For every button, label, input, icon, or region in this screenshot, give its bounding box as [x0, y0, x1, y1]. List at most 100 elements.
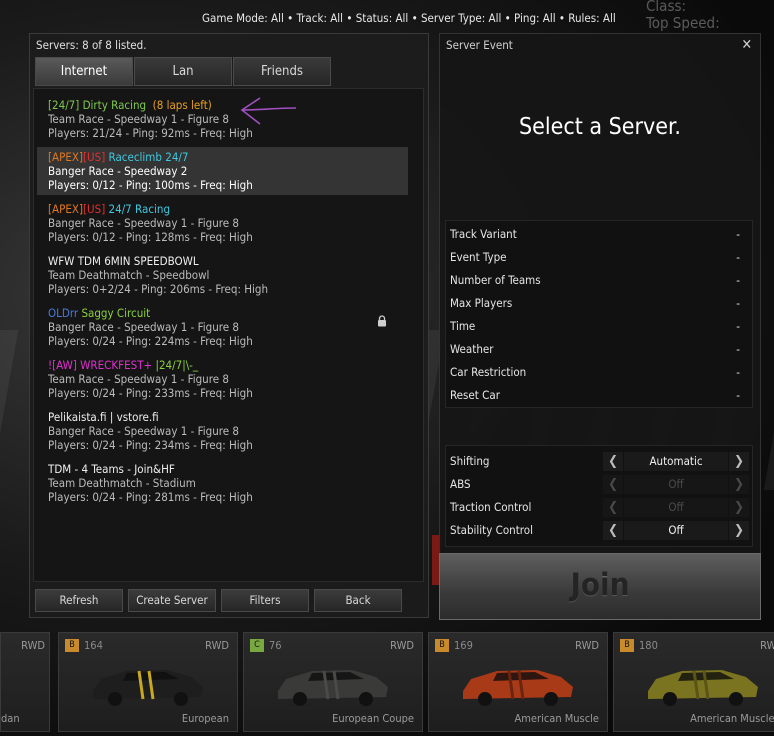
server-list-item[interactable]: Pelikaista.fi | vstore.fi Banger Race - S… — [37, 407, 408, 455]
server-name-part: (8 laps left) — [146, 98, 212, 112]
back-button[interactable]: Back — [314, 589, 402, 612]
car-rating: 76 — [269, 639, 282, 652]
server-list-item[interactable]: OLDrr Saggy Circuit Banger Race - Speedwa… — [37, 303, 408, 351]
info-value: - — [736, 365, 740, 379]
info-key: Weather — [450, 342, 494, 356]
refresh-button[interactable]: Refresh — [35, 589, 123, 612]
servers-count-label: Servers: 8 of 8 listed. — [36, 38, 147, 52]
info-value: - — [736, 296, 740, 310]
car-card[interactable]: B 180 RWD American Muscle 2 — [613, 632, 774, 732]
server-event-type: Team Race - Speedway 1 - Figure 8 — [48, 112, 229, 126]
car-card[interactable]: C 76 RWD European Coupe — [243, 632, 423, 732]
event-info-table: Track Variant - Event Type - Number of Tea… — [445, 220, 753, 408]
server-event-type: Banger Race - Speedway 1 - Figure 8 — [48, 216, 239, 230]
server-list-item[interactable]: [APEX][US] Raceclimb 24/7 Banger Race - S… — [37, 147, 408, 195]
tab-friends[interactable]: Friends — [233, 57, 331, 86]
info-row-weather: Weather - — [450, 342, 746, 362]
info-value: - — [736, 250, 740, 264]
server-player-info: Players: 0/24 - Ping: 234ms - Freq: High — [48, 438, 253, 452]
background-class-label: Class: — [646, 0, 687, 15]
info-value: - — [736, 319, 740, 333]
chevron-left-icon[interactable]: ❮ — [603, 521, 623, 540]
tab-lan[interactable]: Lan — [134, 57, 232, 86]
join-button[interactable]: Join — [439, 553, 761, 620]
server-name-part: |24/7|\-_ — [152, 358, 199, 372]
filter-summary-text: Game Mode: All • Track: All • Status: Al… — [202, 11, 616, 25]
chevron-right-icon: ❯ — [729, 498, 749, 517]
server-player-info: Players: 0/24 - Ping: 281ms - Freq: High — [48, 490, 253, 504]
background-car-stats: Class: Top Speed: — [646, 0, 720, 32]
server-name-part: Saggy Circuit — [78, 306, 151, 320]
option-stability-control: Stability Control ❮ Off ❯ — [450, 521, 752, 541]
server-name-part: [US] — [83, 202, 106, 216]
server-event-type: Team Deathmatch - Stadium — [48, 476, 196, 490]
info-row-track-variant: Track Variant - — [450, 227, 746, 247]
server-name-part: Pelikaista.fi | vstore.fi — [48, 410, 159, 424]
server-name-part: ![AW] WRECKFEST+ — [48, 358, 153, 372]
server-list-item[interactable]: [APEX][US] 24/7 Racing Banger Race - Spee… — [37, 199, 408, 247]
info-row-reset-car: Reset Car - — [450, 388, 746, 408]
option-abs: ABS ❮ Off ❯ — [450, 475, 752, 495]
server-name: [24/7] Dirty Racing (8 laps left) — [48, 98, 212, 112]
car-card[interactable]: RWD dan — [0, 632, 50, 732]
car-class-label: European Coupe — [332, 712, 414, 725]
server-player-info: Players: 0+2/24 - Ping: 206ms - Freq: Hi… — [48, 282, 269, 296]
car-image — [93, 670, 203, 706]
car-class-label: dan — [1, 712, 20, 725]
car-card[interactable]: B 169 RWD American Muscle — [428, 632, 608, 732]
filters-button[interactable]: Filters — [221, 589, 309, 612]
info-row-number-of-teams: Number of Teams - — [450, 273, 746, 293]
server-player-info: Players: 0/12 - Ping: 128ms - Freq: High — [48, 230, 253, 244]
server-name-part: TDM - 4 Teams - Join&HF — [48, 462, 175, 476]
server-list-item[interactable]: WFW TDM 6MIN SPEEDBOWL Team Deathmatch - … — [37, 251, 408, 299]
server-name: OLDrr Saggy Circuit — [48, 306, 150, 320]
car-class-badge: C — [250, 639, 264, 652]
car-class-label: European — [181, 712, 229, 725]
info-key: Time — [450, 319, 476, 333]
info-key: Reset Car — [450, 388, 500, 402]
server-list-scrollbar[interactable] — [413, 89, 421, 579]
server-player-info: Players: 0/24 - Ping: 224ms - Freq: High — [48, 334, 253, 348]
info-value: - — [736, 342, 740, 356]
create-server-button[interactable]: Create Server — [128, 589, 216, 612]
server-event-panel: Server Event ✕ Select a Server. Track Va… — [439, 33, 761, 555]
server-name-part: [US] — [83, 150, 106, 164]
server-name: Pelikaista.fi | vstore.fi — [48, 410, 159, 424]
server-name: [APEX][US] Raceclimb 24/7 — [48, 150, 188, 164]
chevron-right-icon[interactable]: ❯ — [729, 521, 749, 540]
info-key: Event Type — [450, 250, 507, 264]
info-key: Track Variant — [450, 227, 517, 241]
server-list[interactable]: [24/7] Dirty Racing (8 laps left) Team Ra… — [33, 88, 424, 582]
server-list-item[interactable]: TDM - 4 Teams - Join&HF Team Deathmatch -… — [37, 459, 408, 507]
car-image — [648, 670, 758, 706]
server-list-item[interactable]: ![AW] WRECKFEST+ |24/7|\-_ Team Race - Sp… — [37, 355, 408, 403]
info-value: - — [736, 273, 740, 287]
car-class-label: American Muscle — [514, 712, 600, 725]
server-name-part: WFW TDM 6MIN SPEEDBOWL — [48, 254, 199, 268]
car-drive-label: RWD — [760, 639, 774, 652]
car-selection-strip: RWD dan B 164 RWD European C 76 RWD European Coup… — [0, 626, 774, 736]
car-card[interactable]: B 164 RWD European — [58, 632, 238, 732]
info-row-car-restriction: Car Restriction - — [450, 365, 746, 385]
car-drive-label: RWD — [21, 639, 45, 652]
car-class-badge: B — [620, 639, 634, 652]
server-name: WFW TDM 6MIN SPEEDBOWL — [48, 254, 199, 268]
option-value: Off — [624, 521, 728, 540]
server-event-type: Team Race - Speedway 1 - Figure 8 — [48, 372, 229, 386]
server-name: [APEX][US] 24/7 Racing — [48, 202, 170, 216]
server-list-item[interactable]: [24/7] Dirty Racing (8 laps left) Team Ra… — [37, 95, 408, 143]
option-value: Automatic — [624, 452, 728, 471]
car-rating: 180 — [639, 639, 658, 652]
info-row-max-players: Max Players - — [450, 296, 746, 316]
info-value: - — [736, 227, 740, 241]
option-label: Shifting — [450, 454, 490, 468]
car-class-label: American Muscle 2 — [690, 712, 774, 725]
server-name-part: [24/7] Dirty Racing — [48, 98, 147, 112]
server-name: ![AW] WRECKFEST+ |24/7|\-_ — [48, 358, 198, 372]
tab-internet[interactable]: Internet — [35, 57, 133, 86]
car-image — [278, 670, 388, 706]
car-rating: 169 — [454, 639, 473, 652]
chevron-left-icon[interactable]: ❮ — [603, 452, 623, 471]
chevron-right-icon[interactable]: ❯ — [729, 452, 749, 471]
close-icon[interactable]: ✕ — [741, 37, 752, 53]
